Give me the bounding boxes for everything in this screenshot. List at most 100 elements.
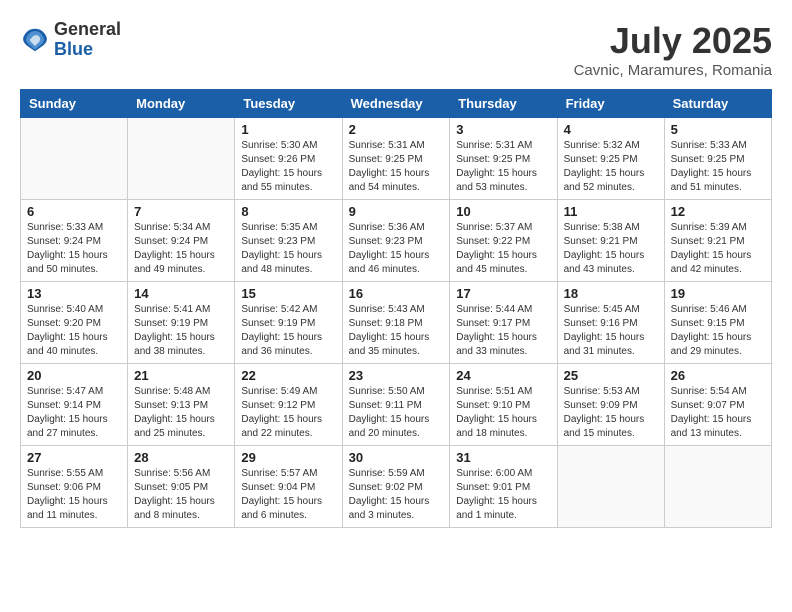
day-info: Sunrise: 5:59 AMSunset: 9:02 PMDaylight:… xyxy=(349,467,444,523)
day-number: 23 xyxy=(349,368,444,383)
calendar-table: SundayMondayTuesdayWednesdayThursdayFrid… xyxy=(20,89,772,528)
day-number: 13 xyxy=(27,286,121,301)
day-number: 3 xyxy=(456,122,550,137)
day-info: Sunrise: 5:41 AMSunset: 9:19 PMDaylight:… xyxy=(134,303,228,359)
day-info: Sunrise: 6:00 AMSunset: 9:01 PMDaylight:… xyxy=(456,467,550,523)
month-year-title: July 2025 xyxy=(574,20,772,62)
weekday-header-tuesday: Tuesday xyxy=(235,90,342,118)
day-number: 11 xyxy=(564,204,658,219)
day-number: 20 xyxy=(27,368,121,383)
calendar-cell: 2 Sunrise: 5:31 AMSunset: 9:25 PMDaylight… xyxy=(342,118,450,200)
weekday-header-saturday: Saturday xyxy=(664,90,771,118)
calendar-cell: 6Sunrise: 5:33 AMSunset: 9:24 PMDaylight… xyxy=(21,200,128,282)
day-info: Sunrise: 5:48 AMSunset: 9:13 PMDaylight:… xyxy=(134,385,228,441)
day-number: 31 xyxy=(456,450,550,465)
calendar-week-3: 13 Sunrise: 5:40 AMSunset: 9:20 PMDayligh… xyxy=(21,282,772,364)
calendar-week-2: 6Sunrise: 5:33 AMSunset: 9:24 PMDaylight… xyxy=(21,200,772,282)
day-number: 4 xyxy=(564,122,658,137)
calendar-cell: 5 Sunrise: 5:33 AMSunset: 9:25 PMDaylight… xyxy=(664,118,771,200)
day-number: 26 xyxy=(671,368,765,383)
calendar-cell: 16 Sunrise: 5:43 AMSunset: 9:18 PMDayligh… xyxy=(342,282,450,364)
day-number: 14 xyxy=(134,286,228,301)
day-number: 15 xyxy=(241,286,335,301)
title-section: July 2025 Cavnic, Maramures, Romania xyxy=(574,20,772,79)
day-info: Sunrise: 5:50 AMSunset: 9:11 PMDaylight:… xyxy=(349,385,444,441)
day-info: Sunrise: 5:53 AMSunset: 9:09 PMDaylight:… xyxy=(564,385,658,441)
calendar-cell: 24 Sunrise: 5:51 AMSunset: 9:10 PMDayligh… xyxy=(450,364,557,446)
day-number: 12 xyxy=(671,204,765,219)
day-info: Sunrise: 5:34 AMSunset: 9:24 PMDaylight:… xyxy=(134,221,228,277)
day-number: 29 xyxy=(241,450,335,465)
day-number: 21 xyxy=(134,368,228,383)
calendar-cell: 3 Sunrise: 5:31 AMSunset: 9:25 PMDaylight… xyxy=(450,118,557,200)
calendar-cell: 12 Sunrise: 5:39 AMSunset: 9:21 PMDayligh… xyxy=(664,200,771,282)
calendar-cell: 9Sunrise: 5:36 AMSunset: 9:23 PMDaylight… xyxy=(342,200,450,282)
logo-blue-text: Blue xyxy=(54,40,121,60)
calendar-cell: 8 Sunrise: 5:35 AMSunset: 9:23 PMDaylight… xyxy=(235,200,342,282)
calendar-cell: 22Sunrise: 5:49 AMSunset: 9:12 PMDayligh… xyxy=(235,364,342,446)
day-info: Sunrise: 5:30 AMSunset: 9:26 PMDaylight:… xyxy=(241,139,335,195)
day-info: Sunrise: 5:56 AMSunset: 9:05 PMDaylight:… xyxy=(134,467,228,523)
logo-text: General Blue xyxy=(54,20,121,60)
day-info: Sunrise: 5:55 AMSunset: 9:06 PMDaylight:… xyxy=(27,467,121,523)
day-info: Sunrise: 5:32 AMSunset: 9:25 PMDaylight:… xyxy=(564,139,658,195)
day-number: 10 xyxy=(456,204,550,219)
day-info: Sunrise: 5:54 AMSunset: 9:07 PMDaylight:… xyxy=(671,385,765,441)
day-number: 8 xyxy=(241,204,335,219)
day-number: 27 xyxy=(27,450,121,465)
calendar-cell: 14 Sunrise: 5:41 AMSunset: 9:19 PMDayligh… xyxy=(128,282,235,364)
day-number: 2 xyxy=(349,122,444,137)
calendar-cell: 13 Sunrise: 5:40 AMSunset: 9:20 PMDayligh… xyxy=(21,282,128,364)
day-info: Sunrise: 5:35 AMSunset: 9:23 PMDaylight:… xyxy=(241,221,335,277)
day-number: 22 xyxy=(241,368,335,383)
calendar-cell: 26 Sunrise: 5:54 AMSunset: 9:07 PMDayligh… xyxy=(664,364,771,446)
day-number: 16 xyxy=(349,286,444,301)
day-info: Sunrise: 5:44 AMSunset: 9:17 PMDaylight:… xyxy=(456,303,550,359)
calendar-week-5: 27 Sunrise: 5:55 AMSunset: 9:06 PMDayligh… xyxy=(21,446,772,528)
day-number: 1 xyxy=(241,122,335,137)
day-info: Sunrise: 5:57 AMSunset: 9:04 PMDaylight:… xyxy=(241,467,335,523)
calendar-week-4: 20Sunrise: 5:47 AMSunset: 9:14 PMDayligh… xyxy=(21,364,772,446)
day-info: Sunrise: 5:37 AMSunset: 9:22 PMDaylight:… xyxy=(456,221,550,277)
calendar-cell xyxy=(557,446,664,528)
calendar-cell: 21 Sunrise: 5:48 AMSunset: 9:13 PMDayligh… xyxy=(128,364,235,446)
day-info: Sunrise: 5:40 AMSunset: 9:20 PMDaylight:… xyxy=(27,303,121,359)
day-number: 18 xyxy=(564,286,658,301)
calendar-cell: 23 Sunrise: 5:50 AMSunset: 9:11 PMDayligh… xyxy=(342,364,450,446)
day-info: Sunrise: 5:39 AMSunset: 9:21 PMDaylight:… xyxy=(671,221,765,277)
day-info: Sunrise: 5:33 AMSunset: 9:25 PMDaylight:… xyxy=(671,139,765,195)
calendar-cell: 7Sunrise: 5:34 AMSunset: 9:24 PMDaylight… xyxy=(128,200,235,282)
day-number: 30 xyxy=(349,450,444,465)
calendar-cell: 28Sunrise: 5:56 AMSunset: 9:05 PMDayligh… xyxy=(128,446,235,528)
day-info: Sunrise: 5:43 AMSunset: 9:18 PMDaylight:… xyxy=(349,303,444,359)
day-info: Sunrise: 5:38 AMSunset: 9:21 PMDaylight:… xyxy=(564,221,658,277)
calendar-cell: 11 Sunrise: 5:38 AMSunset: 9:21 PMDayligh… xyxy=(557,200,664,282)
calendar-cell: 19Sunrise: 5:46 AMSunset: 9:15 PMDayligh… xyxy=(664,282,771,364)
calendar-cell xyxy=(21,118,128,200)
day-info: Sunrise: 5:51 AMSunset: 9:10 PMDaylight:… xyxy=(456,385,550,441)
day-number: 17 xyxy=(456,286,550,301)
calendar-cell: 4 Sunrise: 5:32 AMSunset: 9:25 PMDaylight… xyxy=(557,118,664,200)
calendar-cell: 10 Sunrise: 5:37 AMSunset: 9:22 PMDayligh… xyxy=(450,200,557,282)
weekday-header-monday: Monday xyxy=(128,90,235,118)
day-number: 5 xyxy=(671,122,765,137)
calendar-cell: 20Sunrise: 5:47 AMSunset: 9:14 PMDayligh… xyxy=(21,364,128,446)
weekday-header-sunday: Sunday xyxy=(21,90,128,118)
day-info: Sunrise: 5:46 AMSunset: 9:15 PMDaylight:… xyxy=(671,303,765,359)
day-info: Sunrise: 5:36 AMSunset: 9:23 PMDaylight:… xyxy=(349,221,444,277)
day-info: Sunrise: 5:42 AMSunset: 9:19 PMDaylight:… xyxy=(241,303,335,359)
calendar-cell: 31 Sunrise: 6:00 AMSunset: 9:01 PMDayligh… xyxy=(450,446,557,528)
day-number: 24 xyxy=(456,368,550,383)
calendar-cell: 1 Sunrise: 5:30 AMSunset: 9:26 PMDaylight… xyxy=(235,118,342,200)
day-info: Sunrise: 5:31 AMSunset: 9:25 PMDaylight:… xyxy=(349,139,444,195)
calendar-cell xyxy=(664,446,771,528)
day-info: Sunrise: 5:45 AMSunset: 9:16 PMDaylight:… xyxy=(564,303,658,359)
calendar-cell: 15 Sunrise: 5:42 AMSunset: 9:19 PMDayligh… xyxy=(235,282,342,364)
logo-general-text: General xyxy=(54,20,121,40)
day-number: 6 xyxy=(27,204,121,219)
day-number: 25 xyxy=(564,368,658,383)
weekday-header-thursday: Thursday xyxy=(450,90,557,118)
calendar-cell: 17 Sunrise: 5:44 AMSunset: 9:17 PMDayligh… xyxy=(450,282,557,364)
weekday-header-row: SundayMondayTuesdayWednesdayThursdayFrid… xyxy=(21,90,772,118)
day-info: Sunrise: 5:31 AMSunset: 9:25 PMDaylight:… xyxy=(456,139,550,195)
